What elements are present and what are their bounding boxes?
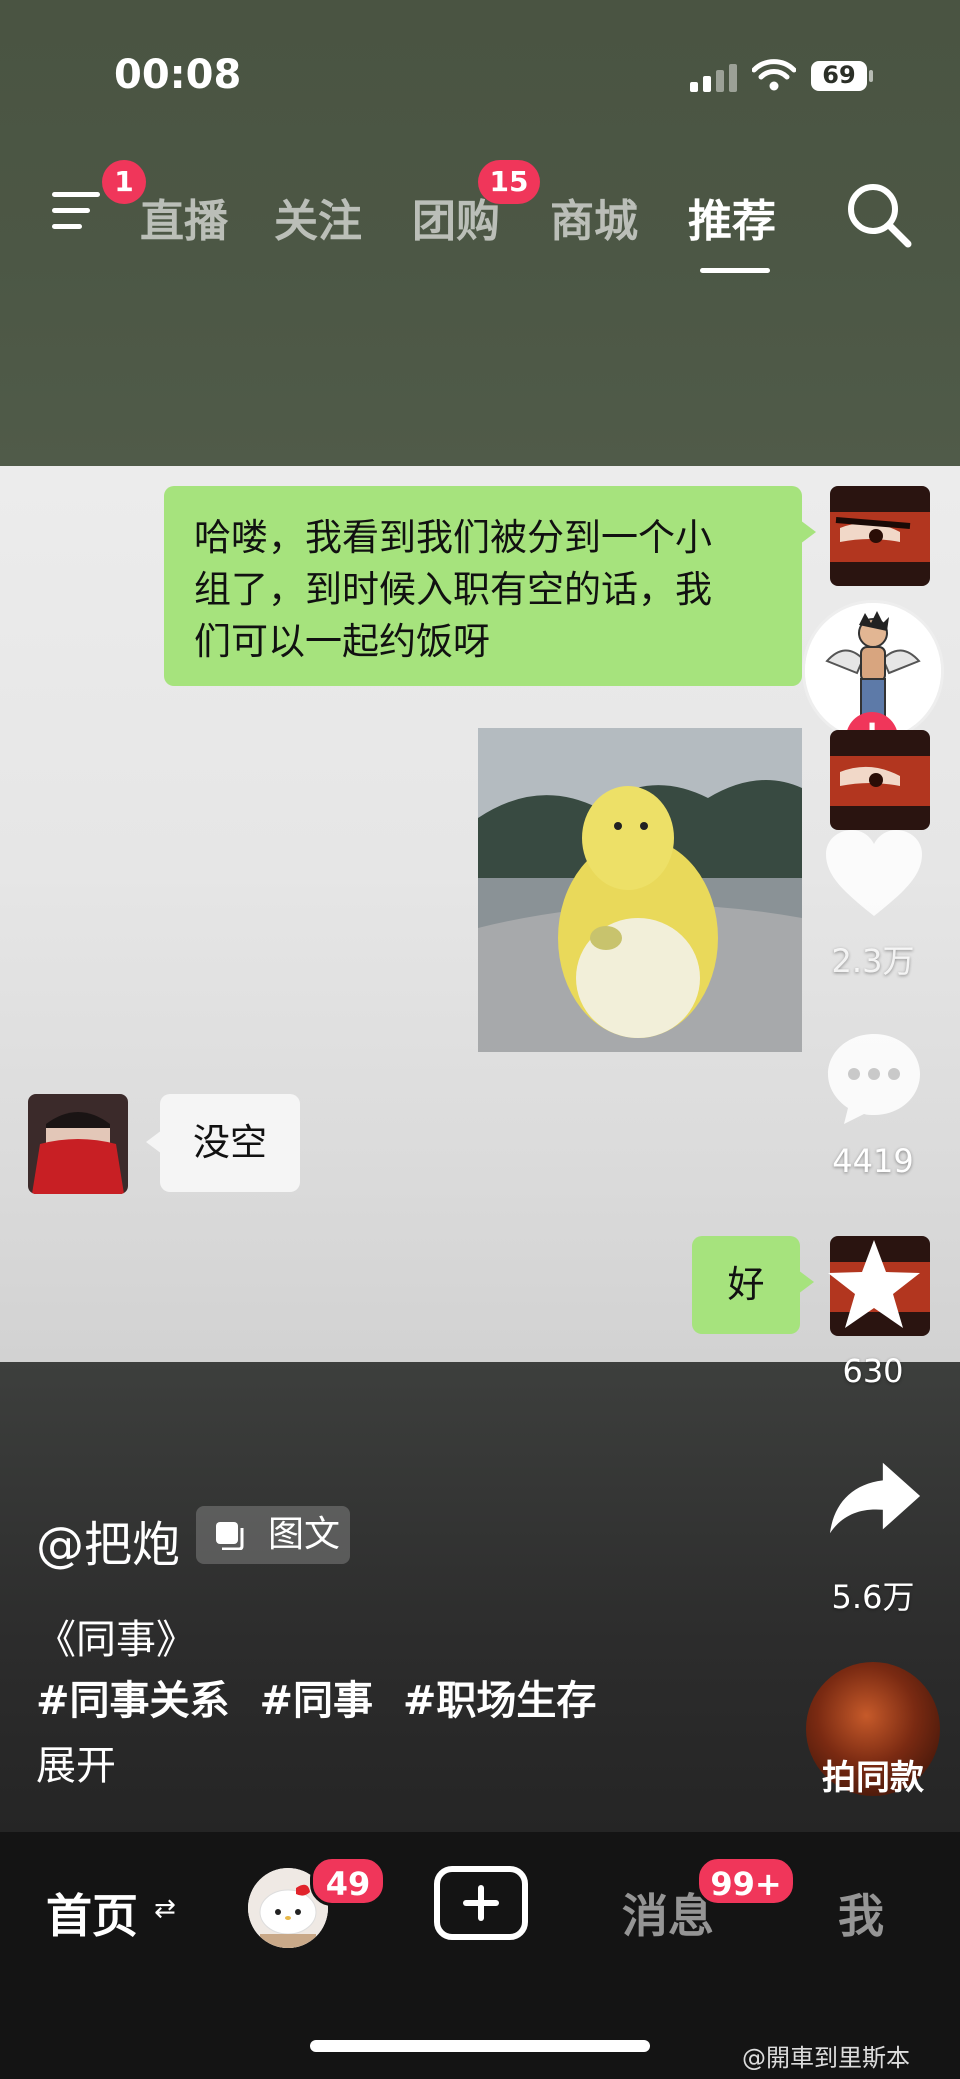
post-type-label: 图文 (268, 1514, 341, 1555)
chat-line: 们可以一起约饭呀 (194, 620, 490, 663)
cellular-signal-icon (690, 64, 737, 92)
tab-recommended[interactable]: 推荐 (688, 185, 776, 249)
hashtag-list: #同事关系 #同事 #职场生存 (36, 1668, 612, 1726)
friends-badge: 49 (310, 1856, 386, 1906)
plus-icon (463, 1885, 499, 1921)
menu-button[interactable] (52, 186, 108, 236)
chat-reply-message: 没空 (146, 1094, 300, 1192)
image-text-icon (216, 1522, 244, 1550)
post-title: 《同事》 (36, 1617, 196, 1663)
tab-following[interactable]: 关注 (274, 185, 362, 249)
tab-home[interactable]: 首页 (46, 1880, 138, 1946)
contact-avatar (28, 1094, 128, 1194)
battery-level: 69 (822, 61, 856, 89)
share-count: 5.6万 (831, 1578, 915, 1616)
like-heart-icon[interactable] (824, 828, 924, 918)
sender-avatar (830, 730, 930, 830)
author-name[interactable]: @把炮 (36, 1505, 180, 1575)
tab-mall[interactable]: 商城 (550, 185, 638, 249)
search-icon[interactable] (842, 178, 914, 250)
battery-icon: 69 (810, 60, 874, 92)
hashtag[interactable]: #职场生存 (403, 1678, 597, 1724)
active-tab-indicator (700, 268, 770, 273)
tab-live[interactable]: 直播 (140, 185, 228, 249)
post-type-tag: 图文 (196, 1506, 350, 1564)
home-indicator[interactable] (310, 2040, 650, 2052)
switch-arrows-icon[interactable]: ⇄ (154, 1894, 176, 1924)
watermark-text: @開車到里斯本 (742, 2044, 910, 2072)
comment-bubble-icon[interactable] (824, 1030, 924, 1126)
favorite-count: 630 (842, 1352, 904, 1390)
chat-line: 组了，到时候入职有空的话，我 (194, 568, 712, 611)
chat-line: 哈喽，我看到我们被分到一个小 (194, 516, 712, 559)
use-template-label[interactable]: 拍同款 (806, 1750, 940, 1799)
hashtag[interactable]: #同事 (259, 1678, 373, 1724)
like-count: 2.3万 (831, 942, 915, 980)
chat-message-greeting: 哈喽，我看到我们被分到一个小 组了，到时候入职有空的话，我 们可以一起约饭呀 (164, 486, 816, 686)
hashtag[interactable]: #同事关系 (36, 1678, 230, 1724)
menu-icon (52, 192, 100, 197)
share-arrow-icon[interactable] (826, 1458, 924, 1538)
favorite-star-icon[interactable] (824, 1236, 924, 1332)
comment-count: 4419 (832, 1142, 914, 1180)
messages-badge: 99+ (696, 1856, 796, 1906)
chat-ok-message: 好 (692, 1236, 814, 1334)
status-time: 00:08 (114, 52, 242, 98)
tab-me[interactable]: 我 (838, 1880, 884, 1946)
wifi-icon (752, 59, 796, 91)
create-post-button[interactable] (434, 1866, 528, 1940)
group-buy-badge: 15 (478, 160, 540, 204)
expand-caption-button[interactable]: 展开 (36, 1733, 116, 1791)
sender-avatar (830, 486, 930, 586)
meme-sticker-image (478, 728, 802, 1052)
